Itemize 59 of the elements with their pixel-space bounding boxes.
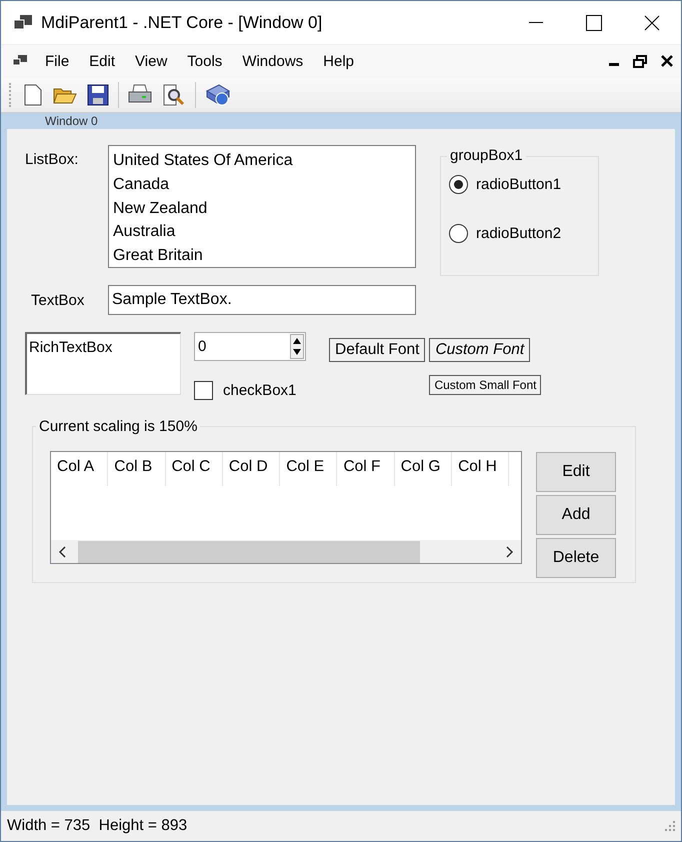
menu-item[interactable]: Tools: [179, 48, 230, 74]
spin-arrows-icon[interactable]: [290, 334, 304, 359]
list-item[interactable]: Canada: [112, 172, 412, 197]
resize-grip-icon[interactable]: [665, 821, 675, 831]
child-minimize-icon[interactable]: [609, 63, 619, 67]
menu-item[interactable]: Help: [315, 48, 362, 74]
menu-item[interactable]: File: [37, 48, 78, 74]
radio-button[interactable]: [449, 175, 468, 194]
number-value: 0: [198, 338, 206, 355]
rich-text-field[interactable]: RichTextBox: [25, 332, 181, 395]
list-item[interactable]: United States Of America: [112, 149, 412, 173]
column-header[interactable]: Col C: [166, 452, 223, 486]
minimize-icon[interactable]: [529, 22, 543, 24]
default-font-button[interactable]: Default Font: [329, 338, 426, 362]
action-button[interactable]: Add: [536, 495, 616, 535]
action-button[interactable]: Edit: [536, 452, 616, 492]
new-document-icon[interactable]: [23, 84, 43, 106]
column-header[interactable]: Col A: [51, 452, 108, 486]
column-header[interactable]: Col G: [394, 452, 452, 486]
close-icon[interactable]: [644, 14, 660, 30]
list-view[interactable]: Col A Col B Col C Col D Col E Col F Col G Col H: [50, 451, 522, 564]
menu-item[interactable]: Edit: [81, 48, 124, 74]
listbox-label: ListBox:: [25, 151, 80, 168]
column-header[interactable]: Col H: [452, 452, 510, 486]
list-item[interactable]: Australia: [112, 220, 412, 244]
save-icon[interactable]: [87, 84, 109, 106]
checkbox-label[interactable]: checkBox1: [223, 382, 296, 399]
action-button[interactable]: Delete: [536, 538, 616, 578]
checkbox[interactable]: [194, 381, 213, 400]
small-font-button[interactable]: Custom Small Font: [429, 375, 542, 395]
column-header[interactable]: Col E: [280, 452, 338, 486]
radio-label[interactable]: radioButton1: [476, 176, 562, 193]
scrollbar-thumb[interactable]: [78, 540, 420, 562]
scaling-group-title: Current scaling is 150%: [38, 418, 198, 435]
list-item[interactable]: New Zealand: [112, 196, 412, 220]
custom-font-button[interactable]: Custom Font: [429, 338, 530, 362]
text-field[interactable]: Sample TextBox.: [108, 285, 416, 315]
column-header[interactable]: Col B: [108, 452, 166, 486]
radio-button[interactable]: [449, 224, 468, 243]
child-restore-icon[interactable]: [633, 54, 647, 68]
window-title: MdiParent1 - .NET Core - [Window 0]: [41, 12, 324, 32]
child-window-title: Window 0: [45, 114, 98, 128]
list-box[interactable]: United States Of America Canada New Zealand Australia Great Britain: [108, 145, 416, 268]
menu-item[interactable]: Windows: [234, 48, 312, 74]
list-item[interactable]: Great Britain: [112, 244, 412, 268]
column-header[interactable]: Col D: [222, 452, 280, 486]
child-window-icon[interactable]: [13, 55, 27, 67]
printer-icon[interactable]: [128, 84, 152, 106]
menu-item[interactable]: View: [127, 48, 176, 74]
maximize-icon[interactable]: [586, 14, 602, 30]
print-preview-icon[interactable]: [162, 84, 186, 106]
textbox-label: TextBox: [30, 292, 86, 308]
column-header[interactable]: Col F: [337, 452, 395, 486]
group-box-title: groupBox1: [447, 147, 526, 164]
status-text: Width = 735 Height = 893: [7, 817, 188, 835]
radio-label[interactable]: radioButton2: [476, 225, 562, 242]
app-icon: [13, 14, 33, 32]
number-spinner[interactable]: 0: [194, 332, 306, 361]
child-close-icon[interactable]: [661, 55, 673, 67]
